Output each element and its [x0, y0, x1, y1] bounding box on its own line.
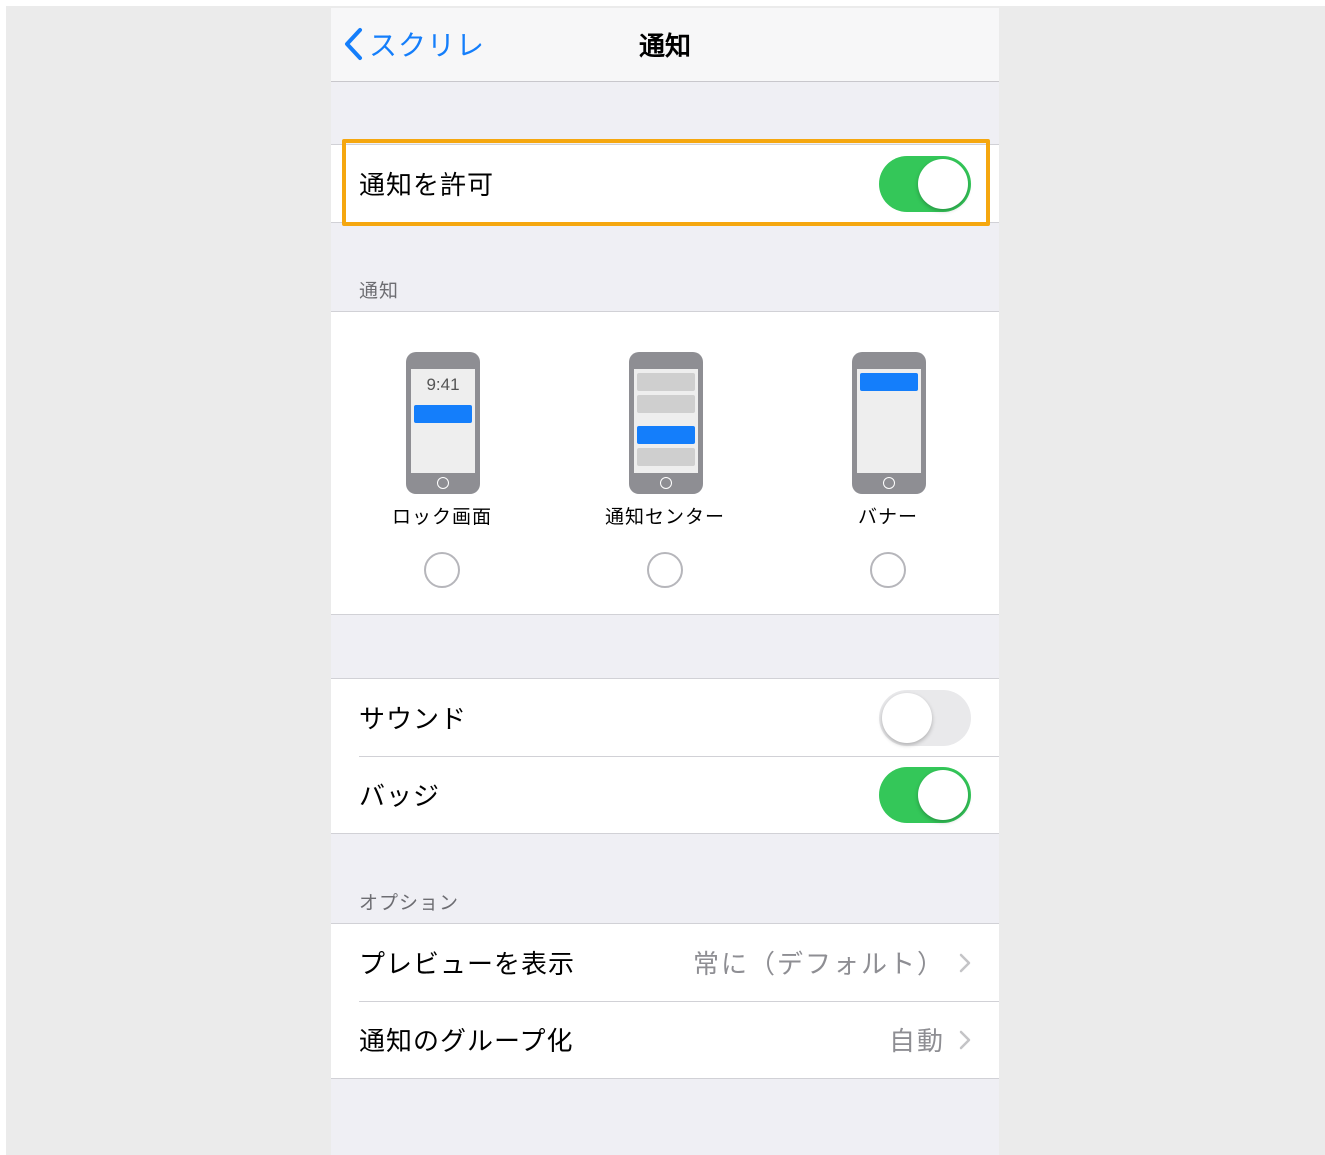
- show-previews-value: 常に（デフォルト）: [692, 950, 945, 980]
- banner-phone-illustration: [852, 352, 926, 494]
- notification-bar: [414, 405, 472, 423]
- phone-screen: [634, 369, 698, 473]
- home-button-icon: [437, 477, 449, 489]
- badge-toggle[interactable]: [879, 766, 971, 823]
- toggle-knob: [918, 158, 968, 209]
- options-section-header: オプション: [359, 892, 460, 914]
- toggle-knob: [882, 692, 932, 743]
- home-button-icon: [660, 477, 672, 489]
- page-title: 通知: [638, 32, 691, 62]
- allow-notifications-toggle[interactable]: [879, 155, 971, 212]
- home-button-icon: [883, 477, 895, 489]
- notification-bar: [637, 373, 695, 391]
- alerts-section-header: 通知: [359, 280, 400, 302]
- banner-label: バナー: [857, 506, 918, 528]
- sound-label: サウンド: [359, 705, 468, 735]
- notification-grouping-row[interactable]: 通知のグループ化 自動: [331, 1001, 999, 1078]
- allow-notifications-label: 通知を許可: [359, 171, 495, 201]
- badge-label: バッジ: [359, 782, 441, 812]
- alert-styles-group: 9:41 ロック画面 通知センター バナー: [331, 311, 999, 615]
- lock-screen-time: 9:41: [426, 375, 460, 394]
- notification-center-phone-illustration: [629, 352, 703, 494]
- notification-bar: [860, 373, 918, 391]
- navigation-bar: スクリレ 通知: [331, 8, 999, 82]
- phone-screen: [857, 369, 921, 473]
- sound-row: サウンド: [331, 679, 999, 756]
- chevron-right-icon: [959, 1030, 971, 1050]
- notification-center-radio[interactable]: [647, 552, 683, 588]
- notification-bar: [637, 448, 695, 466]
- notification-bar: [637, 395, 695, 413]
- sound-toggle[interactable]: [879, 689, 971, 746]
- settings-screen: スクリレ 通知 通知を許可 通知 9:41 ロック画面 通知センター バナー サ…: [331, 8, 999, 1155]
- phone-screen: 9:41: [411, 369, 475, 473]
- show-previews-row[interactable]: プレビューを表示 常に（デフォルト）: [331, 924, 999, 1001]
- lock-screen-phone-illustration: 9:41: [406, 352, 480, 494]
- show-previews-label: プレビューを表示: [359, 950, 576, 980]
- lock-screen-label: ロック画面: [391, 506, 492, 528]
- sound-badge-group: サウンド バッジ: [331, 678, 999, 834]
- banner-radio[interactable]: [870, 552, 906, 588]
- allow-notifications-group: 通知を許可: [331, 144, 999, 223]
- notification-grouping-label: 通知のグループ化: [359, 1027, 574, 1057]
- notification-bar: [637, 426, 695, 444]
- allow-notifications-row: 通知を許可: [331, 145, 999, 222]
- notification-grouping-value: 自動: [888, 1027, 945, 1057]
- badge-row: バッジ: [331, 756, 999, 833]
- toggle-knob: [918, 769, 968, 820]
- options-group: プレビューを表示 常に（デフォルト） 通知のグループ化 自動: [331, 923, 999, 1079]
- chevron-right-icon: [959, 953, 971, 973]
- lock-screen-radio[interactable]: [424, 552, 460, 588]
- notification-center-label: 通知センター: [604, 506, 725, 528]
